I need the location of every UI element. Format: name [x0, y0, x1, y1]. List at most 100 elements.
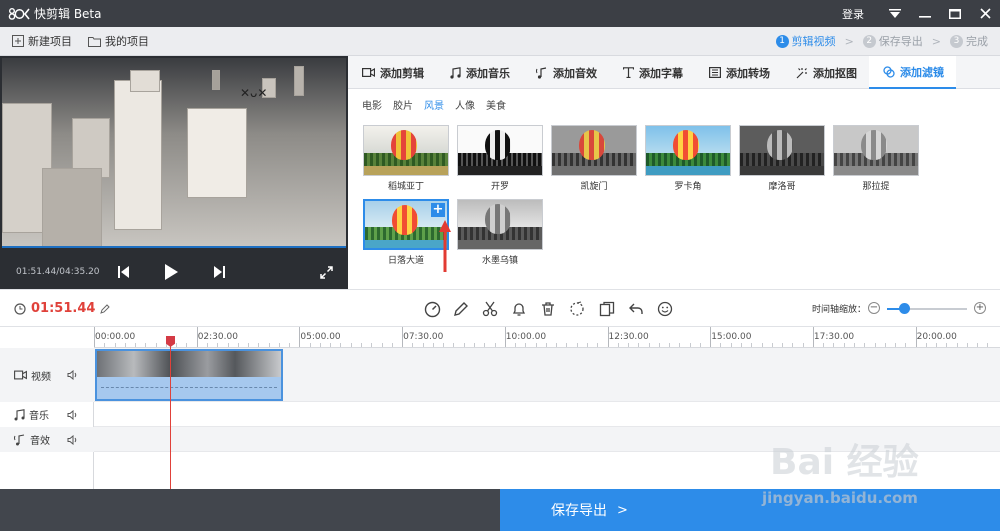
- ruler-minor-tick: [771, 343, 773, 347]
- fullscreen-icon[interactable]: [313, 259, 339, 285]
- step-indicator: 1 剪辑视频 > 2 保存导出 > 3 完成: [775, 33, 988, 49]
- track-name: 视频: [31, 371, 51, 383]
- ruler-minor-tick: [658, 343, 660, 347]
- ruler-minor-tick: [319, 343, 321, 347]
- feature-tabs: 添加剪辑 添加音乐 添加音效 添加字幕 添加转场 添加抠图 添加滤镜: [348, 56, 1000, 89]
- new-project-label: 新建项目: [28, 35, 72, 48]
- filter-preview: [551, 125, 637, 176]
- filter-item[interactable]: 凯旋门: [551, 125, 637, 192]
- ruler-minor-tick: [556, 343, 558, 347]
- music-track[interactable]: [94, 402, 1000, 427]
- video-clip-icon: [362, 68, 375, 78]
- tab-label: 添加音效: [553, 66, 597, 80]
- undo-icon[interactable]: [626, 299, 646, 319]
- ruler-minor-tick: [525, 343, 527, 347]
- clip-waveform: [101, 387, 277, 388]
- category-food[interactable]: 美食: [486, 97, 506, 112]
- volume-icon[interactable]: [67, 434, 78, 445]
- login-link[interactable]: 登录: [842, 6, 864, 22]
- time-ruler[interactable]: 00:00.00 02:30.00 05:00.00 07:30.00 10:00.00…: [94, 327, 1000, 348]
- save-export-label: 保存导出: [551, 503, 607, 519]
- ruler-minor-tick: [258, 343, 260, 347]
- tab-add-cutout[interactable]: 添加抠图: [782, 56, 869, 89]
- volume-icon[interactable]: [67, 370, 78, 380]
- ruler-minor-tick: [669, 343, 671, 347]
- prev-icon[interactable]: [110, 259, 136, 285]
- folder-icon: [88, 36, 101, 47]
- filter-label: 稻城亚丁: [387, 182, 424, 192]
- close-icon[interactable]: [970, 0, 1000, 27]
- tab-add-music[interactable]: 添加音乐: [436, 56, 522, 89]
- zoom-out-button[interactable]: −: [868, 302, 880, 314]
- filter-item[interactable]: 稻城亚丁: [363, 125, 449, 192]
- ruler-minor-tick: [176, 343, 178, 347]
- ruler-minor-tick: [720, 343, 722, 347]
- filter-item[interactable]: 罗卡角: [645, 125, 731, 192]
- delete-icon[interactable]: [538, 299, 558, 319]
- filter-item[interactable]: 那拉提: [833, 125, 919, 192]
- category-landscape[interactable]: 风景: [424, 97, 444, 112]
- tab-label: 添加滤镜: [900, 65, 944, 79]
- add-filter-icon[interactable]: +: [431, 203, 445, 217]
- ruler-minor-tick: [730, 343, 732, 347]
- playhead-line[interactable]: [170, 336, 171, 489]
- cut-icon[interactable]: [480, 299, 500, 319]
- app-name: 快剪辑 Beta: [34, 7, 102, 21]
- preview-progress[interactable]: [2, 246, 346, 248]
- filter-item[interactable]: 开罗: [457, 125, 543, 192]
- ruler-minor-tick: [802, 343, 804, 347]
- ruler-label: 17:30.00: [813, 332, 855, 342]
- ruler-minor-tick: [987, 343, 989, 347]
- video-track[interactable]: [94, 348, 1000, 402]
- ruler-minor-tick: [936, 343, 938, 347]
- cutout-icon: [796, 67, 807, 78]
- edit-pen-icon[interactable]: [451, 299, 471, 319]
- clock-icon: [14, 302, 26, 315]
- track-labels: 视频 音乐 音效: [0, 348, 94, 489]
- bell-icon[interactable]: [509, 299, 529, 319]
- category-movie[interactable]: 电影: [362, 97, 382, 112]
- ruler-minor-tick: [463, 343, 465, 347]
- tab-add-subtitle[interactable]: 添加字幕: [609, 56, 695, 89]
- chevron-right-icon: >: [931, 34, 941, 48]
- crop-icon[interactable]: [567, 299, 587, 319]
- ruler-minor-tick: [864, 343, 866, 347]
- filter-item[interactable]: 摩洛哥: [739, 125, 825, 192]
- edit-time-icon[interactable]: [100, 303, 111, 314]
- tab-add-transition[interactable]: 添加转场: [695, 56, 782, 89]
- filter-item-selected[interactable]: + 日落大道: [363, 199, 449, 266]
- ruler-minor-tick: [689, 343, 691, 347]
- category-portrait[interactable]: 人像: [455, 97, 475, 112]
- ruler-label: 07:30.00: [403, 332, 444, 342]
- save-export-button[interactable]: 保存导出 >: [500, 489, 1000, 531]
- copy-icon[interactable]: [597, 299, 617, 319]
- video-clip[interactable]: [95, 349, 283, 401]
- filter-item[interactable]: 水墨乌镇: [457, 199, 543, 266]
- dropdown-icon[interactable]: [880, 0, 910, 27]
- zoom-label: 时间轴缩放：: [812, 305, 867, 315]
- minimize-icon[interactable]: [910, 0, 940, 27]
- play-icon[interactable]: [158, 259, 184, 285]
- maximize-icon[interactable]: [940, 0, 970, 27]
- zoom-slider-handle[interactable]: [899, 303, 910, 314]
- tab-add-clip[interactable]: 添加剪辑: [348, 56, 436, 89]
- ruler-minor-tick: [679, 343, 681, 347]
- ruler-minor-tick: [884, 343, 886, 347]
- next-icon[interactable]: [206, 259, 232, 285]
- volume-icon[interactable]: [67, 409, 78, 420]
- zoom-in-button[interactable]: +: [974, 302, 986, 314]
- sound-track[interactable]: [94, 427, 1000, 452]
- tab-label: 添加剪辑: [380, 66, 424, 80]
- speed-icon[interactable]: [422, 299, 442, 319]
- category-film[interactable]: 胶片: [393, 97, 413, 112]
- ruler-minor-tick: [104, 343, 106, 347]
- filter-label: 开罗: [490, 182, 509, 192]
- my-projects-button[interactable]: 我的项目: [88, 33, 149, 49]
- new-project-button[interactable]: 新建项目: [12, 33, 72, 49]
- tab-add-filter[interactable]: 添加滤镜: [869, 56, 956, 89]
- ruler-label: 15:00.00: [711, 332, 752, 342]
- video-frame[interactable]: ✕ᴗ✕: [2, 58, 346, 248]
- ruler-label: 02:30.00: [197, 332, 238, 342]
- sticker-icon[interactable]: [655, 299, 675, 319]
- tab-add-sound-effect[interactable]: 添加音效: [522, 56, 609, 89]
